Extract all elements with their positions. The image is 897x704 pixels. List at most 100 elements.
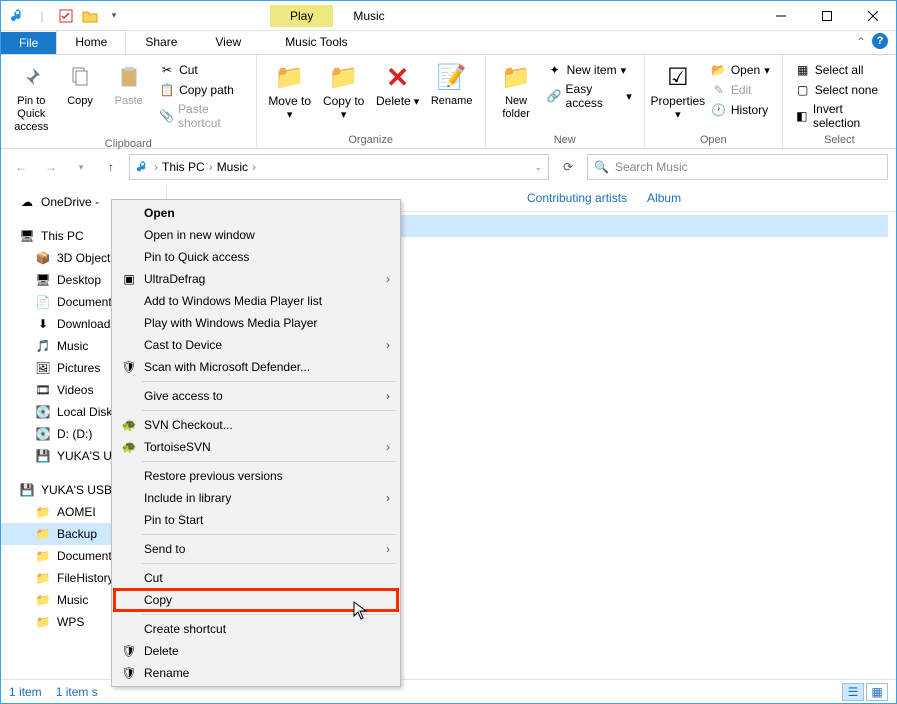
- icons-view-button[interactable]: ▦: [866, 683, 888, 701]
- menu-ultradefrag[interactable]: ▣UltraDefrag›: [114, 268, 398, 290]
- menu-restore-versions[interactable]: Restore previous versions: [114, 465, 398, 487]
- properties-icon: ☑: [667, 61, 689, 93]
- paste-button[interactable]: Paste: [106, 59, 151, 110]
- download-icon: ⬇: [35, 316, 51, 332]
- cloud-icon: ☁: [19, 194, 35, 210]
- context-menu: Open Open in new window Pin to Quick acc…: [111, 199, 401, 687]
- details-view-button[interactable]: ☰: [842, 683, 864, 701]
- paste-shortcut-icon: 📎: [159, 108, 174, 124]
- easy-access-button[interactable]: 🔗Easy access ▾: [543, 81, 636, 111]
- recent-dropdown[interactable]: ▾: [69, 155, 93, 179]
- menu-scan-defender[interactable]: 🛡Scan with Microsoft Defender...: [114, 356, 398, 378]
- menu-separator: [142, 410, 396, 411]
- menu-add-wmp[interactable]: Add to Windows Media Player list: [114, 290, 398, 312]
- properties-qat-icon[interactable]: [55, 5, 77, 27]
- history-button[interactable]: 🕐History: [707, 101, 774, 119]
- shield-icon: 🛡: [120, 358, 138, 376]
- new-folder-button[interactable]: 📁New folder: [494, 59, 539, 123]
- select-all-button[interactable]: ▦Select all: [791, 61, 888, 79]
- close-button[interactable]: [850, 1, 896, 31]
- select-none-button[interactable]: ▢Select none: [791, 81, 888, 99]
- menu-cast-to-device[interactable]: Cast to Device›: [114, 334, 398, 356]
- chevron-right-icon[interactable]: ›: [252, 160, 256, 174]
- documents-icon: 📄: [35, 294, 51, 310]
- menu-open[interactable]: Open: [114, 202, 398, 224]
- status-selected-count: 1 item s: [56, 685, 98, 699]
- chevron-right-icon: ›: [386, 491, 390, 505]
- help-icon[interactable]: ?: [872, 33, 888, 49]
- menu-pin-quick-access[interactable]: Pin to Quick access: [114, 246, 398, 268]
- menu-pin-start[interactable]: Pin to Start: [114, 509, 398, 531]
- menu-separator: [142, 563, 396, 564]
- forward-button[interactable]: →: [39, 155, 63, 179]
- ribbon-group-new: 📁New folder ✦New item ▾ 🔗Easy access ▾ N…: [486, 55, 645, 148]
- menu-include-library[interactable]: Include in library›: [114, 487, 398, 509]
- copy-to-icon: 📁: [329, 61, 359, 93]
- search-icon: 🔍: [594, 160, 609, 174]
- pictures-icon: 🖼: [35, 360, 51, 376]
- menu-play-wmp[interactable]: Play with Windows Media Player: [114, 312, 398, 334]
- maximize-button[interactable]: [804, 1, 850, 31]
- chevron-right-icon[interactable]: ›: [209, 160, 213, 174]
- crumb-this-pc[interactable]: This PC: [162, 160, 205, 174]
- cut-button[interactable]: ✂Cut: [155, 61, 248, 79]
- ribbon-group-organize: 📁Move to ▾ 📁Copy to ▾ ✕Delete ▾ 📝Rename …: [257, 55, 486, 148]
- search-input[interactable]: 🔍 Search Music: [587, 154, 888, 180]
- minimize-button[interactable]: [758, 1, 804, 31]
- menu-create-shortcut[interactable]: Create shortcut: [114, 618, 398, 640]
- copy-to-button[interactable]: 📁Copy to ▾: [319, 59, 369, 124]
- col-contributing-artists[interactable]: Contributing artists: [527, 191, 627, 205]
- desktop-icon: 🖥: [35, 272, 51, 288]
- refresh-button[interactable]: ⟳: [555, 154, 581, 180]
- menu-delete[interactable]: 🛡Delete: [114, 640, 398, 662]
- path-dropdown-icon[interactable]: ⌄: [534, 162, 542, 173]
- edit-icon: ✎: [711, 82, 727, 98]
- copy-button[interactable]: Copy: [58, 59, 103, 110]
- rename-icon: 📝: [437, 61, 467, 93]
- move-to-button[interactable]: 📁Move to ▾: [265, 59, 315, 124]
- shield-rename-icon: 🛡: [120, 664, 138, 682]
- shield-delete-icon: 🛡: [120, 642, 138, 660]
- menu-give-access[interactable]: Give access to›: [114, 385, 398, 407]
- menu-cut[interactable]: Cut: [114, 567, 398, 589]
- pin-icon: [19, 61, 43, 93]
- folder-icon: 📁: [35, 570, 51, 586]
- pin-to-quick-access-button[interactable]: Pin to Quick access: [9, 59, 54, 136]
- menu-copy[interactable]: Copy: [114, 589, 398, 611]
- menu-svn-checkout[interactable]: 🐢SVN Checkout...: [114, 414, 398, 436]
- tab-file[interactable]: File: [1, 32, 56, 54]
- tab-home[interactable]: Home: [56, 30, 126, 54]
- tab-music-tools[interactable]: Music Tools: [266, 30, 366, 54]
- tab-view[interactable]: View: [196, 30, 260, 54]
- qat-dropdown-icon[interactable]: ▾: [103, 5, 125, 27]
- col-album[interactable]: Album: [647, 191, 681, 205]
- menu-send-to[interactable]: Send to›: [114, 538, 398, 560]
- new-item-button[interactable]: ✦New item ▾: [543, 61, 636, 79]
- ribbon: Pin to Quick access Copy Paste ✂Cut 📋Cop…: [1, 55, 896, 149]
- address-bar: ← → ▾ ↑ › This PC › Music › ⌄ ⟳ 🔍 Search…: [1, 149, 896, 185]
- select-none-icon: ▢: [795, 82, 811, 98]
- folder-icon: 📁: [35, 526, 51, 542]
- delete-button[interactable]: ✕Delete ▾: [373, 59, 423, 111]
- menu-rename[interactable]: 🛡Rename: [114, 662, 398, 684]
- open-button[interactable]: 📂Open ▾: [707, 61, 774, 79]
- collapse-ribbon-icon[interactable]: ⌃: [856, 35, 866, 49]
- chevron-right-icon[interactable]: ›: [154, 160, 158, 174]
- crumb-music[interactable]: Music: [217, 160, 248, 174]
- breadcrumb[interactable]: › This PC › Music › ⌄: [129, 154, 549, 180]
- up-button[interactable]: ↑: [99, 155, 123, 179]
- tab-share[interactable]: Share: [126, 30, 196, 54]
- menu-tortoisesvn[interactable]: 🐢TortoiseSVN›: [114, 436, 398, 458]
- menu-separator: [142, 461, 396, 462]
- copy-path-button[interactable]: 📋Copy path: [155, 81, 248, 99]
- menu-open-new-window[interactable]: Open in new window: [114, 224, 398, 246]
- back-button[interactable]: ←: [9, 155, 33, 179]
- folder-qat-icon[interactable]: [79, 5, 101, 27]
- paste-shortcut-button[interactable]: 📎Paste shortcut: [155, 101, 248, 131]
- rename-button[interactable]: 📝Rename: [427, 59, 477, 110]
- folder-icon: 📁: [35, 614, 51, 630]
- invert-selection-button[interactable]: ◧Invert selection: [791, 101, 888, 131]
- edit-button[interactable]: ✎Edit: [707, 81, 774, 99]
- properties-button[interactable]: ☑Properties ▾: [653, 59, 703, 124]
- quick-access-toolbar: | ▾: [1, 5, 125, 27]
